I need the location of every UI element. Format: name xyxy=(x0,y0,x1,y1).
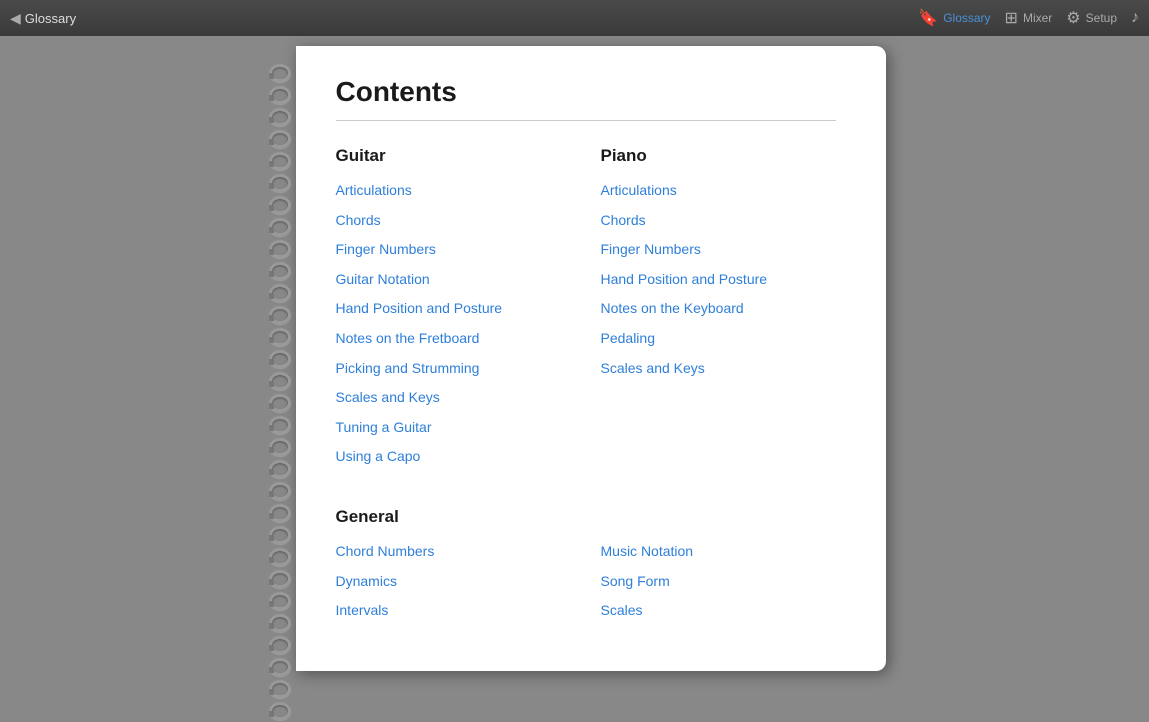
spiral-ring xyxy=(269,328,291,346)
guitar-heading: Guitar xyxy=(336,146,571,166)
guitar-section: Guitar Articulations Chords Finger Numbe… xyxy=(336,146,571,477)
general-heading: General xyxy=(336,507,836,527)
spiral-ring xyxy=(269,460,291,478)
guitar-articulations-link[interactable]: Articulations xyxy=(336,181,571,201)
spiral-ring xyxy=(269,504,291,522)
spiral-ring xyxy=(269,240,291,258)
spiral-ring xyxy=(269,438,291,456)
spiral-ring xyxy=(269,174,291,192)
spiral-ring xyxy=(269,658,291,676)
glossary-label: Glossary xyxy=(943,11,990,25)
content-grid: Guitar Articulations Chords Finger Numbe… xyxy=(336,146,836,477)
spiral-ring xyxy=(269,196,291,214)
page-title: Contents xyxy=(336,76,836,108)
spiral-ring xyxy=(269,702,291,720)
piano-finger-numbers-link[interactable]: Finger Numbers xyxy=(601,240,836,260)
spiral-ring xyxy=(269,482,291,500)
music-icon: ♪ xyxy=(1131,9,1139,27)
guitar-scales-keys-link[interactable]: Scales and Keys xyxy=(336,388,571,408)
spiral-ring xyxy=(269,416,291,434)
nav-mixer[interactable]: ⊞ Mixer xyxy=(1005,8,1053,28)
spiral-ring xyxy=(269,64,291,82)
general-left: Chord Numbers Dynamics Intervals xyxy=(336,542,571,631)
piano-section: Piano Articulations Chords Finger Number… xyxy=(601,146,836,477)
piano-chords-link[interactable]: Chords xyxy=(601,211,836,231)
setup-icon: ⚙ xyxy=(1066,8,1080,28)
nav-music[interactable]: ♪ xyxy=(1131,9,1139,27)
guitar-hand-position-link[interactable]: Hand Position and Posture xyxy=(336,299,571,319)
general-music-notation-link[interactable]: Music Notation xyxy=(601,542,836,562)
spiral-ring xyxy=(269,306,291,324)
piano-articulations-link[interactable]: Articulations xyxy=(601,181,836,201)
notebook-page: Contents Guitar Articulations Chords Fin… xyxy=(296,46,886,671)
spiral-ring xyxy=(269,218,291,236)
general-section: General Chord Numbers Dynamics Intervals… xyxy=(336,507,836,631)
glossary-icon: 🔖 xyxy=(918,8,938,28)
spiral-ring xyxy=(269,614,291,632)
spiral-ring xyxy=(269,636,291,654)
mixer-label: Mixer xyxy=(1023,11,1052,25)
spiral-ring xyxy=(269,86,291,104)
spiral-binding xyxy=(264,46,296,722)
spiral-ring xyxy=(269,548,291,566)
titlebar-nav: 🔖 Glossary ⊞ Mixer ⚙ Setup ♪ xyxy=(918,0,1139,36)
main-area: Contents Guitar Articulations Chords Fin… xyxy=(0,36,1149,718)
back-button[interactable]: ◀ Glossary xyxy=(10,10,76,27)
titlebar-title: Glossary xyxy=(25,11,76,26)
spiral-ring xyxy=(269,680,291,698)
piano-heading: Piano xyxy=(601,146,836,166)
general-scales-link[interactable]: Scales xyxy=(601,601,836,621)
general-right: Music Notation Song Form Scales xyxy=(601,542,836,631)
spiral-ring xyxy=(269,526,291,544)
spiral-ring xyxy=(269,570,291,588)
spiral-ring xyxy=(269,350,291,368)
piano-hand-position-link[interactable]: Hand Position and Posture xyxy=(601,270,836,290)
titlebar: ◀ Glossary 🔖 Glossary ⊞ Mixer ⚙ Setup ♪ xyxy=(0,0,1149,36)
spiral-ring xyxy=(269,152,291,170)
guitar-notation-link[interactable]: Guitar Notation xyxy=(336,270,571,290)
mixer-icon: ⊞ xyxy=(1005,8,1018,28)
spiral-ring xyxy=(269,262,291,280)
general-grid: Chord Numbers Dynamics Intervals Music N… xyxy=(336,542,836,631)
back-arrow-icon: ◀ xyxy=(10,10,21,27)
general-intervals-link[interactable]: Intervals xyxy=(336,601,571,621)
general-chord-numbers-link[interactable]: Chord Numbers xyxy=(336,542,571,562)
spiral-ring xyxy=(269,372,291,390)
guitar-chords-link[interactable]: Chords xyxy=(336,211,571,231)
guitar-notes-fretboard-link[interactable]: Notes on the Fretboard xyxy=(336,329,571,349)
spiral-ring xyxy=(269,108,291,126)
nav-glossary[interactable]: 🔖 Glossary xyxy=(918,8,990,28)
general-song-form-link[interactable]: Song Form xyxy=(601,572,836,592)
piano-notes-keyboard-link[interactable]: Notes on the Keyboard xyxy=(601,299,836,319)
divider xyxy=(336,120,836,121)
guitar-tuning-link[interactable]: Tuning a Guitar xyxy=(336,418,571,438)
guitar-picking-strumming-link[interactable]: Picking and Strumming xyxy=(336,359,571,379)
notebook: Contents Guitar Articulations Chords Fin… xyxy=(264,46,886,722)
spiral-ring xyxy=(269,394,291,412)
piano-pedaling-link[interactable]: Pedaling xyxy=(601,329,836,349)
general-dynamics-link[interactable]: Dynamics xyxy=(336,572,571,592)
spiral-ring xyxy=(269,284,291,302)
setup-label: Setup xyxy=(1086,11,1117,25)
spiral-ring xyxy=(269,592,291,610)
guitar-capo-link[interactable]: Using a Capo xyxy=(336,447,571,467)
nav-setup[interactable]: ⚙ Setup xyxy=(1066,8,1117,28)
guitar-finger-numbers-link[interactable]: Finger Numbers xyxy=(336,240,571,260)
piano-scales-keys-link[interactable]: Scales and Keys xyxy=(601,359,836,379)
spiral-ring xyxy=(269,130,291,148)
